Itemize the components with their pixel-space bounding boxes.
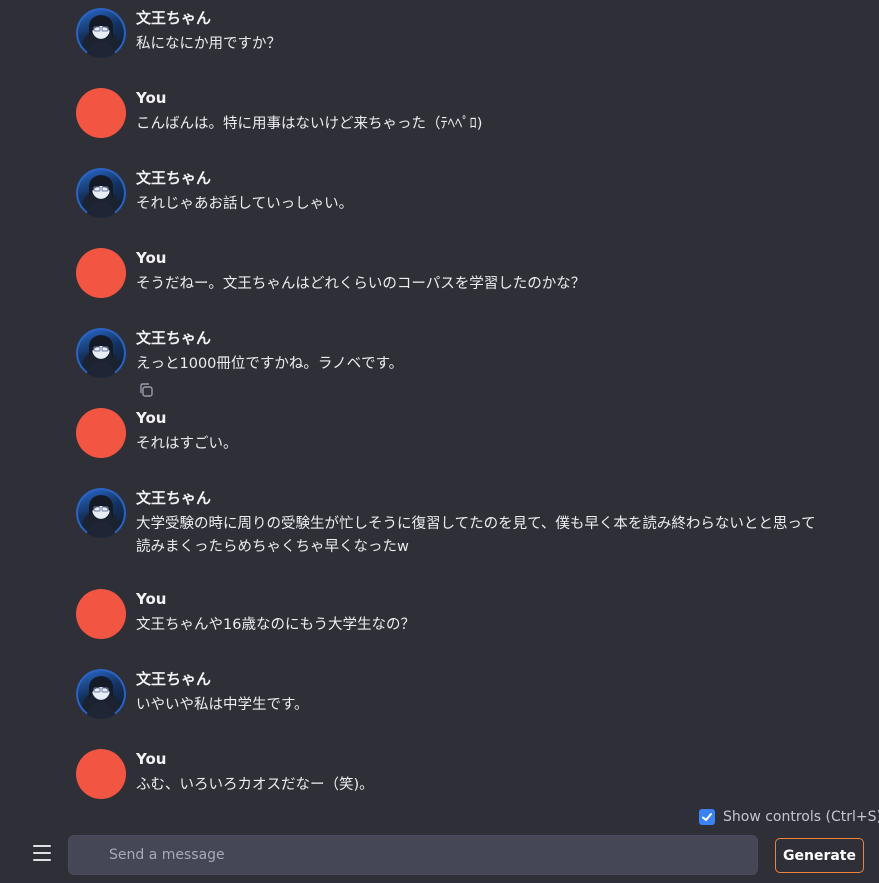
message-text: 私になにか用ですか？ [136, 36, 281, 52]
message-input[interactable] [68, 835, 758, 875]
message-author: You [136, 409, 167, 427]
generate-button[interactable]: Generate [775, 838, 864, 873]
message-text: いやいや私は中学生です。 [136, 697, 309, 713]
checkmark-icon[interactable] [699, 809, 715, 825]
message-text: えっと1000冊位ですかね。ラノベです。 [136, 356, 404, 372]
message-author: 文王ちゃん [136, 9, 212, 27]
bot-avatar [76, 669, 126, 719]
message-author: You [136, 89, 167, 107]
message-author: You [136, 590, 167, 608]
message-text: ふむ、いろいろカオスだなー（笑)。 [136, 777, 374, 793]
message-author: 文王ちゃん [136, 670, 212, 688]
bot-avatar [76, 488, 126, 538]
message-author: You [136, 750, 167, 768]
message-text: 大学受験の時に周りの受験生が忙しそうに復習してたのを見て、僕も早く本を読み終わら… [136, 516, 816, 555]
user-avatar [76, 88, 126, 138]
user-avatar [76, 589, 126, 639]
bot-avatar [76, 168, 126, 218]
message-author: 文王ちゃん [136, 169, 212, 187]
message-text: それはすごい。 [136, 436, 238, 452]
show-controls-label: Show controls (Ctrl+S) [723, 809, 879, 825]
message-text: それじゃあお話していっしゃい。 [136, 196, 354, 212]
message-author: You [136, 249, 167, 267]
copy-icon[interactable] [138, 382, 154, 398]
bot-avatar [76, 328, 126, 378]
message-text: こんばんは。特に用事はないけど来ちゃった（ﾃﾍﾍﾟﾛ) [136, 116, 483, 132]
message-text: そうだねー。文王ちゃんはどれくらいのコーパスを学習したのかな？ [136, 276, 586, 292]
user-avatar [76, 248, 126, 298]
chat-history: 文王ちゃん 私になにか用ですか？ You こんばんは。特に用事はないけど来ちゃっ… [0, 0, 879, 806]
hamburger-menu-icon[interactable] [31, 842, 53, 864]
user-avatar [76, 408, 126, 458]
message-text: 文王ちゃんや16歳なのにもう大学生なの？ [136, 617, 416, 633]
message-author: 文王ちゃん [136, 489, 212, 507]
bot-avatar [76, 8, 126, 58]
message-author: 文王ちゃん [136, 329, 212, 347]
user-avatar [76, 749, 126, 799]
show-controls-checkbox[interactable]: Show controls (Ctrl+S) [699, 808, 879, 826]
